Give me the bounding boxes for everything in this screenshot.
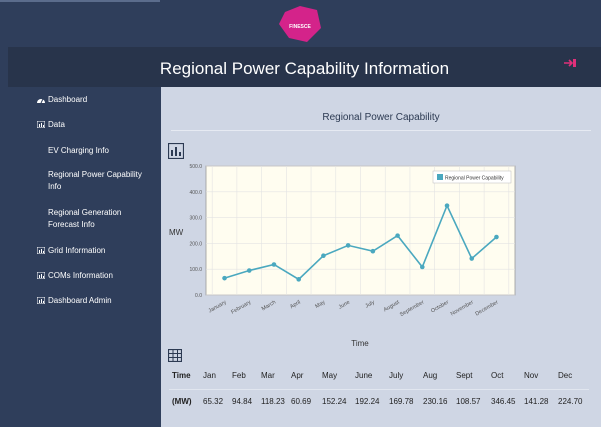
table-header-cell: Oct (491, 371, 504, 380)
table-cell: 118.23 (261, 397, 285, 406)
table-cell: 94.84 (232, 397, 253, 406)
table-cell: 169.78 (389, 397, 414, 406)
top-accent-line (0, 0, 160, 2)
table-cell: 192.24 (355, 397, 380, 406)
sidebar-item-label: Grid Information (48, 246, 106, 255)
table-cell: 108.57 (456, 397, 481, 406)
data-point[interactable] (494, 234, 499, 240)
sidebar-item-generation-forecast[interactable]: Regional Generation Forecast Info (48, 207, 148, 231)
sidebar-item-ev-charging[interactable]: EV Charging Info (48, 145, 148, 157)
x-tick-label: November (450, 299, 475, 317)
table-header-cell: June (355, 371, 373, 380)
y-tick-label: 400.0 (189, 190, 202, 196)
page-title: Regional Power Capability Information (159, 59, 450, 78)
sidebar-item-dashboard-admin[interactable]: Dashboard Admin (37, 296, 112, 305)
chart-legend: Regional Power Capability (432, 170, 512, 184)
x-tick-label: May (314, 299, 326, 310)
y-tick-label: 200.0 (189, 241, 202, 247)
bar-chart-icon (37, 247, 45, 254)
legend-label: Regional Power Capability (445, 176, 504, 182)
panel-title: Regional Power Capability (322, 112, 440, 123)
sidebar-item-label: Dashboard Admin (48, 296, 112, 305)
x-axis-label: Time (351, 339, 369, 348)
table-divider (169, 389, 589, 390)
data-point[interactable] (271, 262, 277, 267)
table-cell: 152.24 (322, 397, 347, 406)
data-point[interactable] (395, 233, 400, 238)
table-header-cell: July (389, 371, 404, 380)
bar-chart-icon (37, 121, 45, 128)
logo-text: FINESCE (289, 24, 311, 30)
table-header-cell: Jan (203, 371, 216, 380)
x-axis-ticks: January February March April May June July Augu… (208, 299, 500, 318)
x-tick-label: September (399, 299, 425, 318)
table-header-cell: Aug (423, 371, 438, 380)
table-row-label: (MW) (172, 397, 192, 406)
x-tick-label: December (474, 299, 499, 317)
sidebar: Dashboard Data EV Charging Info Regional… (8, 87, 161, 427)
finesce-logo[interactable]: FINESCE (277, 4, 323, 44)
sidebar-item-label: Data (48, 120, 65, 129)
sidebar-item-grid-information[interactable]: Grid Information (37, 246, 105, 255)
table-cell: 230.16 (423, 397, 448, 406)
bar-chart-icon (37, 297, 45, 304)
data-point[interactable] (296, 277, 301, 282)
x-tick-label: October (430, 299, 450, 314)
data-point[interactable] (444, 203, 450, 208)
y-axis-label: MW (169, 228, 184, 237)
table-cell: 346.45 (491, 397, 516, 406)
dashboard-icon (37, 98, 45, 103)
table-header-cell: Dec (558, 371, 573, 380)
y-tick-label: 0.0 (195, 293, 202, 299)
x-tick-label: February (230, 299, 252, 315)
data-point[interactable] (345, 243, 351, 248)
logout-icon[interactable] (563, 58, 577, 71)
table-header-cell: Sept (456, 371, 473, 380)
bar-chart-icon (37, 272, 45, 279)
sidebar-item-label: Dashboard (48, 95, 88, 104)
sidebar-item-label: COMs Information (48, 271, 113, 280)
table-header-row: Time Jan Feb Mar Apr May June July Aug Sept Oct No… (169, 371, 589, 397)
sidebar-item-data[interactable]: Data (37, 120, 65, 129)
data-point[interactable] (246, 268, 252, 273)
table-cell: 65.32 (203, 397, 224, 406)
x-tick-label: January (208, 299, 228, 314)
x-tick-label: March (261, 300, 277, 313)
table-header-cell: May (322, 371, 338, 380)
table-cell: 60.69 (291, 397, 312, 406)
page-header: Regional Power Capability Information (8, 47, 601, 88)
sidebar-item-coms-information[interactable]: COMs Information (37, 271, 113, 280)
table-header-cell: Nov (524, 371, 539, 380)
table-header-cell: Feb (232, 371, 246, 380)
table-cell: 141.28 (524, 397, 549, 406)
data-point[interactable] (469, 256, 475, 261)
table-cell: 224.70 (558, 397, 583, 406)
y-tick-label: 100.0 (189, 267, 202, 273)
y-axis-ticks: 0.0 100.0 200.0 300.0 400.0 500.0 (189, 164, 202, 299)
power-capability-chart: 0.0 100.0 200.0 300.0 400.0 500.0 January Febr… (169, 164, 516, 348)
table-header-label: Time (172, 371, 191, 380)
x-tick-label: July (364, 299, 376, 309)
data-point[interactable] (321, 253, 326, 259)
legend-swatch (437, 174, 443, 180)
y-tick-label: 500.0 (189, 164, 202, 170)
sidebar-item-dashboard[interactable]: Dashboard (37, 95, 87, 104)
panel-divider (171, 130, 591, 131)
data-table: Time Jan Feb Mar Apr May June July Aug Sept Oct No… (169, 371, 589, 423)
table-icon[interactable] (168, 349, 182, 362)
data-point[interactable] (222, 275, 227, 281)
x-tick-label: April (289, 300, 302, 311)
data-point[interactable] (420, 264, 425, 270)
data-point[interactable] (370, 248, 376, 254)
x-tick-label: June (338, 300, 351, 311)
main-panel: Regional Power Capability 0.0 100.0 200.0 3… (161, 87, 601, 427)
table-row: (MW) 65.32 94.84 118.23 60.69 152.24 192.24 16… (169, 397, 589, 423)
x-tick-label: August (383, 299, 401, 313)
table-header-cell: Apr (291, 371, 304, 380)
sidebar-item-power-capability[interactable]: Regional Power Capability Info (48, 169, 148, 193)
y-tick-label: 300.0 (189, 216, 202, 222)
table-header-cell: Mar (261, 371, 275, 380)
